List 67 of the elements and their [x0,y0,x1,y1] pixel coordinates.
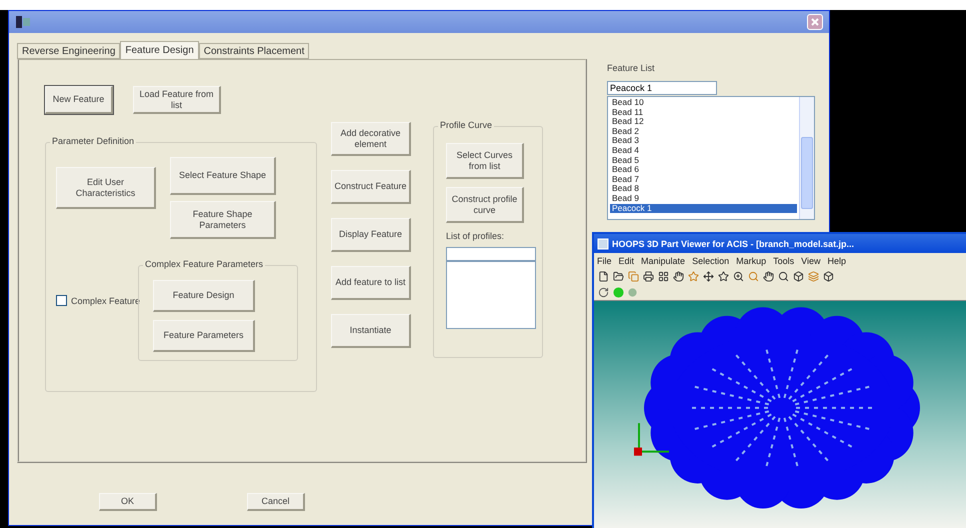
list-item[interactable]: Peacock 1 [610,204,797,214]
app-icon [597,238,609,250]
toolbar-icon[interactable] [793,270,804,282]
list-item[interactable]: Bead 9 [610,194,797,204]
toolbar-icon[interactable] [643,270,654,282]
dialog-button[interactable]: OK [99,493,157,511]
complex-feature-checkbox[interactable]: Complex Feature [56,295,156,306]
action-button[interactable]: Add feature to list [331,266,411,300]
toolbar-icon[interactable] [733,270,744,282]
list-item[interactable]: Bead 5 [610,156,797,166]
menu-item[interactable]: Markup [736,256,766,266]
complex-button[interactable]: Feature Parameters [153,320,255,352]
field-label: List of profiles: [446,231,506,241]
feature-button[interactable]: New Feature [45,86,113,114]
toolbar-icon[interactable] [673,270,684,282]
action-button[interactable]: Instantiate [331,314,411,348]
menu-item[interactable]: View [801,256,820,266]
feature-list[interactable]: Bead 10 Bead 11 Bead 12 Bead 2 Bead 3 Bead 4 Bead 5 Bead 6 Bead 7 Bead 8 Bead 9 Peacock 1 [607,96,815,220]
action-button[interactable]: Construct Feature [331,170,411,204]
list-item[interactable]: Bead 2 [610,126,797,136]
menu-item[interactable]: File [597,256,612,266]
menu-item[interactable]: Help [827,256,846,266]
toolbar-icon[interactable] [823,270,834,282]
menu-item[interactable]: Tools [773,256,794,266]
shape-button[interactable]: Select Feature Shape [170,157,276,195]
rotate-icon[interactable] [598,286,609,298]
toolbar-icon[interactable] [778,270,789,282]
list-item[interactable]: Bead 3 [610,136,797,146]
window-title: HOOPS 3D Part Viewer for ACIS - [branch_model.sat.jp... [612,238,854,248]
list-item[interactable]: Bead 11 [610,108,797,118]
tab[interactable]: Constraints Placement [198,43,310,59]
complex-button[interactable]: Feature Design [153,280,255,312]
action-button[interactable]: Display Feature [331,218,411,252]
feature-button[interactable]: Load Feature from list [133,86,221,114]
toolbar-icon[interactable] [613,270,624,282]
profile-list[interactable] [446,261,536,329]
group-title: Profile Curve [438,120,494,130]
scrollbar[interactable] [799,97,814,219]
app-icon [15,15,31,29]
list-item[interactable]: Bead 6 [610,165,797,175]
menu-item[interactable]: Selection [692,256,730,266]
toolbar-icon[interactable] [763,270,774,282]
menu-item[interactable]: Edit [618,256,634,266]
feature-name-field[interactable]: Peacock 1 [607,81,717,95]
list-item[interactable]: Bead 4 [610,146,797,156]
profile-combo[interactable] [446,247,536,261]
list-item[interactable]: Bead 12 [610,117,797,127]
profile-button[interactable]: Select Curves from list [446,143,524,179]
list-item[interactable]: Bead 10 [610,98,797,108]
shape-button[interactable]: Feature Shape Parameters [170,201,276,239]
tab[interactable]: Feature Design [120,41,199,59]
group-title: Parameter Definition [50,136,136,146]
toolbar-icon[interactable] [598,270,609,282]
close-icon [811,18,819,26]
toolbar-icon[interactable] [718,270,729,282]
action-button[interactable]: Add decorative element [331,122,411,156]
profile-button[interactable]: Construct profile curve [446,187,524,223]
field-label: Feature List [607,63,656,73]
toolbar-icon[interactable] [703,270,714,282]
edit-characteristics-button[interactable]: Edit User Characteristics [56,167,156,209]
tab[interactable]: Reverse Engineering [17,43,120,59]
dialog-button[interactable]: Cancel [247,493,305,511]
list-item[interactable]: Bead 8 [610,184,797,194]
list-item[interactable]: Bead 7 [610,174,797,184]
menu-item[interactable]: Manipulate [641,256,686,266]
toolbar-icon[interactable] [658,270,669,282]
group-title: Complex Feature Parameters [143,259,266,269]
